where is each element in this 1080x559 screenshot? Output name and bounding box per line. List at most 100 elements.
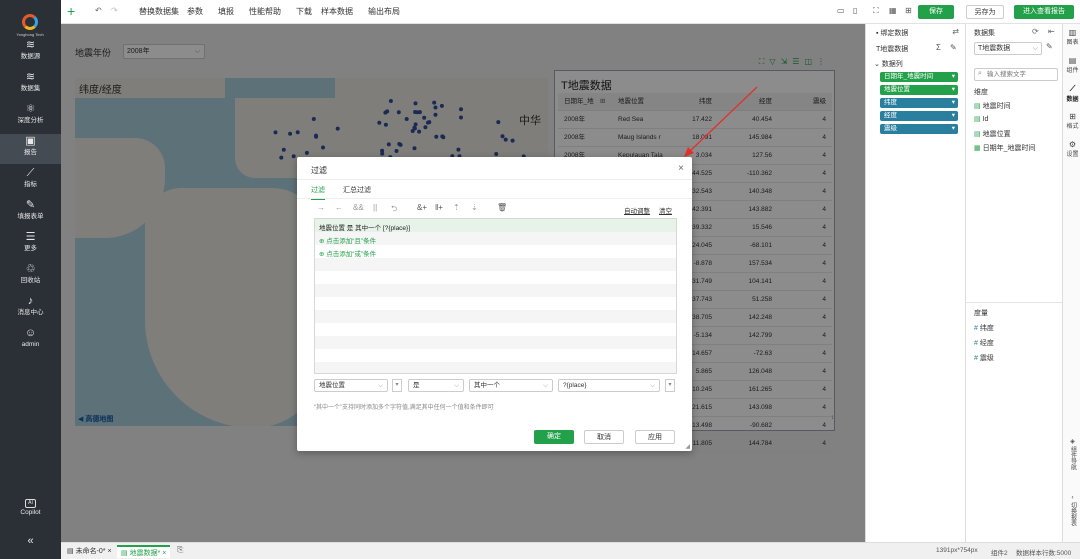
- refresh-icon[interactable]: ⟳: [1032, 27, 1039, 36]
- delete-icon[interactable]: 🗑: [497, 203, 507, 212]
- value-option-button[interactable]: ▾: [665, 379, 675, 392]
- tab-components[interactable]: ▤ 组件: [1065, 56, 1080, 74]
- dimension-field[interactable]: ▤ 地震时间: [974, 101, 1011, 111]
- add-and-condition[interactable]: ⊕ 点击添加“且”条件: [319, 235, 376, 245]
- tab-charts[interactable]: ▥ 图表: [1065, 28, 1080, 46]
- bound-field-pill[interactable]: 日期年_地震时间 ▾: [880, 72, 958, 82]
- tab-settings[interactable]: ⚙ 设置: [1065, 140, 1080, 158]
- or-icon[interactable]: ||: [373, 203, 377, 212]
- text-field-icon: ▦: [974, 145, 981, 152]
- add-icon[interactable]: +: [67, 3, 75, 19]
- bound-field-pill[interactable]: 地震位置 ▾: [880, 85, 958, 95]
- switch-report-tab[interactable]: ‹ 切换报表: [1065, 494, 1080, 529]
- ok-button[interactable]: 确定: [534, 430, 574, 444]
- toolbar-item[interactable]: 样本数据: [321, 6, 353, 17]
- tab-data[interactable]: ⟋ 数据: [1065, 84, 1080, 103]
- desktop-view-icon[interactable]: ▭: [837, 6, 845, 15]
- edit-icon[interactable]: ✎: [950, 43, 957, 52]
- mode-select[interactable]: 其中一个 ⌵: [469, 379, 553, 392]
- measure-field[interactable]: # 纬度: [974, 323, 994, 333]
- user-icon: ☺: [24, 327, 37, 339]
- bound-field-pill[interactable]: 经度 ▾: [880, 111, 958, 121]
- measure-field[interactable]: # 震级: [974, 353, 994, 363]
- nav-item-trash[interactable]: ♲ 回收站: [0, 262, 61, 292]
- component-count: 组件2: [991, 550, 1008, 557]
- bound-field-pill[interactable]: 震级 ▾: [880, 124, 958, 134]
- collapse-nav-icon[interactable]: «: [0, 534, 61, 548]
- copilot-button[interactable]: AI Copilot: [0, 494, 61, 524]
- indent-right-icon[interactable]: →: [317, 203, 325, 212]
- swap-icon[interactable]: ⇄: [952, 27, 959, 36]
- group-icon[interactable]: &&: [353, 203, 364, 212]
- bound-field-pill[interactable]: 纬度 ▾: [880, 98, 958, 108]
- dialog-resize-handle[interactable]: ◢: [685, 443, 690, 450]
- dimension-field[interactable]: ▤ 地震位置: [974, 129, 1011, 139]
- value-select[interactable]: ?{place} ⌵: [558, 379, 660, 392]
- data-columns-section[interactable]: ⌄ 数据列: [874, 59, 903, 69]
- add-or-icon[interactable]: ‖+: [435, 203, 443, 212]
- nav-item-bell[interactable]: ♪ 消息中心: [0, 294, 61, 324]
- component-nav-tab[interactable]: ◈ 组件导航: [1065, 438, 1080, 473]
- tab-summary-filter[interactable]: 汇总过滤: [343, 185, 371, 195]
- operator-select[interactable]: 是 ⌵: [408, 379, 464, 392]
- measure-field[interactable]: # 经度: [974, 338, 994, 348]
- toolbar-item[interactable]: 性能帮助: [249, 6, 281, 17]
- clear-link[interactable]: 清空: [659, 205, 672, 215]
- analysis-icon: ⚛: [25, 103, 36, 115]
- toolbar-item[interactable]: 输出布局: [368, 6, 400, 17]
- tab-format[interactable]: ⊞ 格式: [1065, 112, 1080, 130]
- nav-item-metric[interactable]: ⟋ 指标: [0, 166, 61, 196]
- field-option-button[interactable]: ▾: [392, 379, 402, 392]
- toolbar-item[interactable]: 下载: [296, 6, 312, 17]
- dimension-field[interactable]: ▤ Id: [974, 115, 988, 123]
- collapse-panel-icon[interactable]: ⇤: [1048, 27, 1055, 36]
- redo-icon[interactable]: ↷: [111, 6, 118, 15]
- edit-dataset-icon[interactable]: ✎: [1046, 42, 1053, 51]
- return-icon[interactable]: ⮌: [391, 203, 397, 217]
- nav-item-database[interactable]: ≋ 数据源: [0, 38, 61, 68]
- nav-item-dataset[interactable]: ≋ 数据集: [0, 70, 61, 100]
- dataset-select[interactable]: T地震数据 ⌵: [974, 42, 1042, 55]
- nav-item-user[interactable]: ☺ admin: [0, 326, 61, 356]
- move-up-icon[interactable]: ⇡: [453, 203, 460, 212]
- number-field-icon: #: [974, 325, 978, 332]
- move-down-icon[interactable]: ⇣: [471, 203, 478, 212]
- field-select[interactable]: 地震位置 ⌵: [314, 379, 388, 392]
- toolbar-item[interactable]: 替换数据集: [139, 6, 179, 17]
- form-icon: ✎: [25, 199, 36, 211]
- close-icon[interactable]: ×: [678, 163, 684, 174]
- fullscreen-icon[interactable]: ⛶: [873, 6, 879, 16]
- report-tab[interactable]: ▤ 未命名-0* ×: [63, 545, 116, 558]
- nav-item-report[interactable]: ▣ 报告: [0, 134, 61, 164]
- close-icon[interactable]: ×: [162, 550, 166, 557]
- field-search-input[interactable]: [987, 70, 1055, 79]
- component-nav-icon: ◈: [1070, 439, 1075, 445]
- grid-icon[interactable]: ⊞: [905, 6, 912, 15]
- add-condition-icon[interactable]: &+: [417, 203, 427, 212]
- dataset-panel: 数据集 ⟳ ⇤ T地震数据 ⌵ ✎ ⌕ 维度 ▤ 地震时间 ▤ Id ▤ 地震位…: [965, 24, 1063, 542]
- undo-icon[interactable]: ↶: [95, 6, 102, 15]
- indent-left-icon[interactable]: ←: [335, 203, 343, 212]
- mobile-view-icon[interactable]: ▯: [853, 6, 857, 15]
- nav-item-analysis[interactable]: ⚛ 深度分析: [0, 102, 61, 132]
- add-tab-icon[interactable]: ⎘: [177, 545, 183, 555]
- preview-icon[interactable]: ▦: [889, 6, 897, 15]
- save-as-button[interactable]: 另存为: [966, 5, 1004, 19]
- add-or-condition[interactable]: ⊕ 点击添加“或”条件: [319, 248, 376, 258]
- cancel-button[interactable]: 取消: [584, 430, 624, 444]
- toolbar-item[interactable]: 参数: [187, 6, 203, 17]
- number-field-icon: #: [974, 340, 978, 347]
- open-view-button[interactable]: 进入查看报告: [1014, 5, 1074, 19]
- toolbar-item[interactable]: 填报: [218, 6, 234, 17]
- nav-item-form[interactable]: ✎ 填报表单: [0, 198, 61, 228]
- condition-line[interactable]: 地震位置 是 其中一个 [?{place}]: [319, 222, 410, 232]
- save-button[interactable]: 保存: [918, 5, 954, 19]
- field-search[interactable]: ⌕: [974, 68, 1058, 81]
- close-icon[interactable]: ×: [107, 548, 111, 555]
- nav-item-more[interactable]: ☰ 更多: [0, 230, 61, 260]
- apply-button[interactable]: 应用: [635, 430, 675, 444]
- dimension-field[interactable]: ▦ 日期年_地震时间: [974, 143, 1035, 153]
- sum-icon[interactable]: Σ: [936, 43, 941, 52]
- report-tab-active[interactable]: ▤ 地震数据* ×: [117, 545, 171, 558]
- auto-adjust-link[interactable]: 自动调整: [624, 205, 650, 215]
